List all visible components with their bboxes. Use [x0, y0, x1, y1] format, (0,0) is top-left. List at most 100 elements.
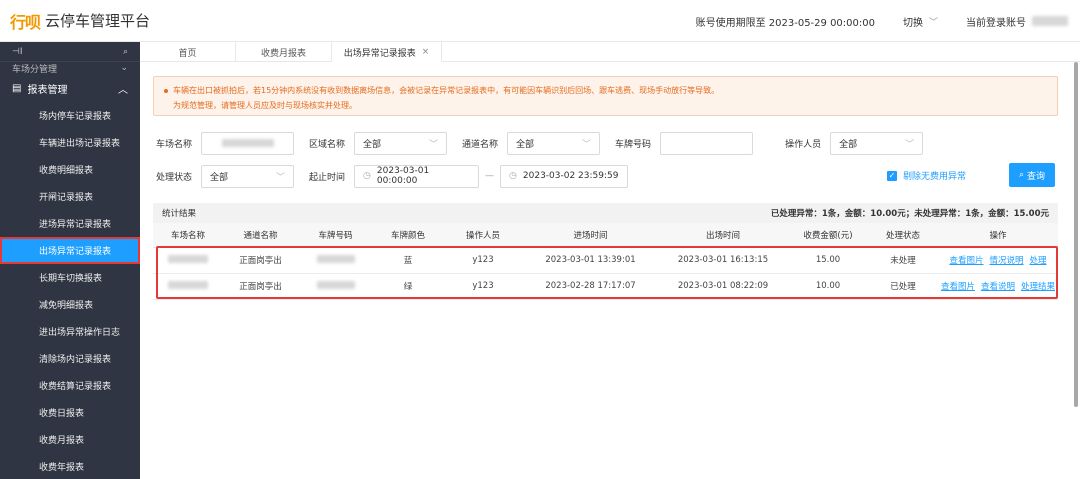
search-icon[interactable]: ⌕ — [123, 47, 128, 57]
lot-select[interactable] — [201, 131, 295, 155]
status-label: 处理状态 — [156, 172, 193, 183]
redacted-plate — [316, 254, 355, 263]
view-image-link[interactable]: 查看图片 — [941, 282, 975, 292]
start-time-input[interactable]: ◷ 2023-03-01 00:00:00 — [354, 164, 480, 188]
sidebar-item-monthly-report[interactable]: 收费月报表 — [0, 426, 140, 453]
stats-title: 统计结果 — [162, 209, 197, 219]
close-icon[interactable]: × — [422, 47, 430, 57]
enter-time-cell: 2023-03-01 13:39:01 — [523, 247, 658, 274]
query-button[interactable]: ⌕ 查询 — [1009, 163, 1055, 187]
main-content: 车辆在出口被抓拍后，若15分钟内系统没有收到数据离场信息，会被记录在异常记录报表… — [140, 62, 1080, 479]
view-note-link[interactable]: 查看说明 — [981, 282, 1015, 292]
column-header: 收费金额(元) — [788, 223, 868, 248]
sidebar-items: 场内停车记录报表 车辆进出场记录报表 收费明细报表 开闸记录报表 进场异常记录报… — [0, 102, 140, 479]
clock-icon: ◷ — [509, 171, 517, 181]
sidebar-item-yearly-report[interactable]: 收费年报表 — [0, 453, 140, 479]
redacted-lot-name — [221, 139, 274, 147]
sidebar-item-entry-exit-records[interactable]: 车辆进出场记录报表 — [0, 129, 140, 156]
tab-label: 首页 — [178, 48, 197, 59]
sidebar-item-settlement[interactable]: 收费结算记录报表 — [0, 372, 140, 399]
redacted-lot-name — [168, 280, 208, 289]
status-cell: 已处理 — [868, 273, 938, 300]
records-table: 车场名称 通道名称 车牌号码 车牌颜色 操作人员 进场时间 出场时间 收费金额(… — [153, 223, 1058, 300]
notice-banner: 车辆在出口被抓拍后，若15分钟内系统没有收到数据离场信息，会被记录在异常记录报表… — [153, 76, 1058, 116]
logo: 行呗 云停车管理平台 — [10, 9, 150, 33]
search-icon: ⌕ — [1018, 170, 1025, 180]
process-link[interactable]: 处理 — [1030, 256, 1047, 266]
filter-row-2: 处理状态 全部 ﹀ 起止时间 ◷ 2023-03-01 00:00:00 — ◷… — [156, 164, 629, 188]
stats-summary: 已处理异常：1条，金额：10.00元；未处理异常：1条，金额：15.00元 — [770, 209, 1049, 219]
channel-select[interactable]: 全部 ﹀ — [507, 131, 601, 155]
sidebar-item-exit-abnormal[interactable]: 出场异常记录报表 — [0, 237, 140, 264]
sidebar-item-daily-report[interactable]: 收费日报表 — [0, 399, 140, 426]
tab-monthly-report[interactable]: 收费月报表 — [236, 42, 332, 62]
redacted-username — [1032, 16, 1068, 26]
actions-cell: 查看图片 查看说明 处理结果 — [938, 273, 1058, 300]
sidebar-group-lot[interactable]: 车场分管理 ⌄ — [0, 62, 140, 74]
table-header-row: 车场名称 通道名称 车牌号码 车牌颜色 操作人员 进场时间 出场时间 收费金额(… — [153, 223, 1058, 248]
chevron-down-icon: ﹀ — [582, 139, 592, 150]
sidebar-item-abnormal-log[interactable]: 进出场异常操作日志 — [0, 318, 140, 345]
chevron-down-icon: ⌄ — [120, 63, 128, 73]
column-header: 出场时间 — [658, 223, 788, 248]
check-icon: ✓ — [887, 170, 897, 181]
current-user-label: 当前登录账号 — [966, 17, 1026, 29]
switch-button[interactable]: 切换 ﹀ — [903, 14, 938, 29]
sidebar-group-label: 报表管理 — [27, 84, 68, 96]
plate-cell — [298, 247, 373, 274]
exclude-no-fee-checkbox[interactable]: ✓ 剔除无费用异常 — [887, 169, 966, 182]
column-header: 操作 — [938, 223, 1058, 248]
operator-select[interactable]: 全部 ﹀ — [830, 131, 924, 155]
sidebar-group-reports[interactable]: ▤ 报表管理 ︿ — [0, 74, 140, 102]
top-bar: 行呗 云停车管理平台 账号使用期限至 2023-05-29 00:00:00 切… — [0, 0, 1080, 42]
tab-exit-abnormal[interactable]: 出场异常记录报表 × — [332, 42, 442, 62]
end-time-input[interactable]: ◷ 2023-03-02 23:59:59 — [500, 164, 629, 188]
column-header: 进场时间 — [523, 223, 658, 248]
chevron-down-icon: ﹀ — [905, 139, 915, 150]
view-image-link[interactable]: 查看图片 — [949, 256, 983, 266]
column-header: 车牌号码 — [298, 223, 373, 248]
bullet-icon — [164, 88, 168, 93]
sidebar-item-long-term-switch[interactable]: 长期车切换报表 — [0, 264, 140, 291]
situation-note-link[interactable]: 情况说明 — [989, 256, 1023, 266]
start-time-value: 2023-03-01 00:00:00 — [376, 166, 430, 186]
current-user[interactable]: 当前登录账号 — [966, 14, 1068, 29]
sidebar-item-gate-open-records[interactable]: 开闸记录报表 — [0, 183, 140, 210]
sidebar-item-parking-records[interactable]: 场内停车记录报表 — [0, 102, 140, 129]
tab-home[interactable]: 首页 — [140, 42, 236, 62]
plate-cell — [298, 273, 373, 300]
report-icon: ▤ — [12, 82, 22, 94]
channel-value: 全部 — [516, 139, 535, 150]
app-title: 云停车管理平台 — [45, 12, 151, 30]
amount-cell: 15.00 — [788, 247, 868, 274]
plate-input[interactable] — [660, 131, 754, 155]
tab-label: 收费月报表 — [260, 48, 306, 59]
column-header: 操作人员 — [443, 223, 523, 248]
amount-cell: 10.00 — [788, 273, 868, 300]
process-result-link[interactable]: 处理结果 — [1021, 282, 1055, 292]
channel-cell: 正面岗亭出 — [223, 273, 298, 300]
lot-label: 车场名称 — [156, 139, 193, 150]
status-value: 全部 — [210, 172, 229, 183]
filter-row-1: 车场名称 区域名称 全部 ﹀ 通道名称 全部 ﹀ 车牌号码 操作人员 全部 ﹀ — [156, 131, 924, 155]
area-label: 区域名称 — [309, 139, 346, 150]
logo-mark: 行呗 — [10, 12, 41, 32]
chevron-down-icon: ﹀ — [928, 17, 938, 28]
scrollbar[interactable] — [1074, 62, 1078, 407]
chevron-down-icon: ﹀ — [276, 172, 286, 183]
status-select[interactable]: 全部 ﹀ — [201, 164, 295, 188]
sidebar-item-clear-records[interactable]: 清除场内记录报表 — [0, 345, 140, 372]
sidebar-toolbar: ⊣I ⌕ — [0, 42, 140, 62]
query-label: 查询 — [1027, 171, 1046, 182]
time-separator: — — [485, 171, 495, 181]
lot-cell — [153, 247, 223, 274]
sidebar-item-charge-details[interactable]: 收费明细报表 — [0, 156, 140, 183]
sidebar-item-discount-details[interactable]: 减免明细报表 — [0, 291, 140, 318]
plate-label: 车牌号码 — [615, 139, 652, 150]
sidebar-item-entry-abnormal[interactable]: 进场异常记录报表 — [0, 210, 140, 237]
exclude-no-fee-label: 剔除无费用异常 — [903, 172, 967, 182]
area-select[interactable]: 全部 ﹀ — [354, 131, 448, 155]
actions-cell: 查看图片 情况说明 处理 — [938, 247, 1058, 274]
collapse-menu-icon[interactable]: ⊣I — [12, 47, 23, 57]
sidebar-group-lot-label: 车场分管理 — [12, 64, 58, 75]
